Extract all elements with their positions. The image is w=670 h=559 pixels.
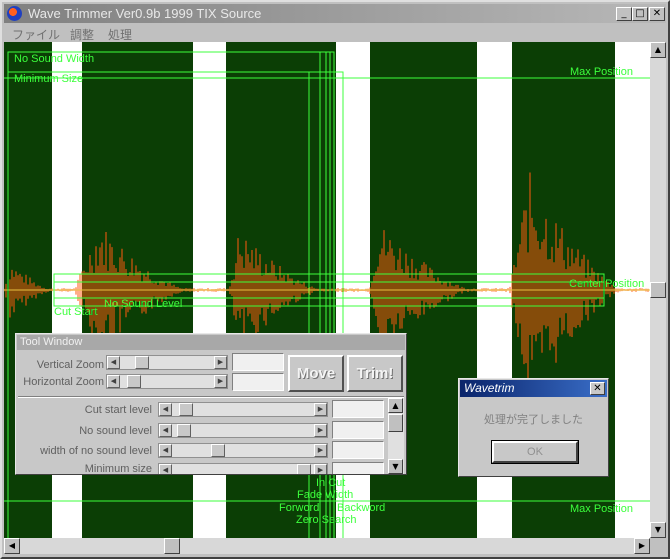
slider-thumb[interactable] xyxy=(211,444,225,457)
scroll-left-button[interactable]: ◀ xyxy=(4,538,20,554)
vertical-scroll-thumb[interactable] xyxy=(650,282,666,298)
menu-process[interactable]: 処理 xyxy=(108,26,132,43)
no-sound-level-value[interactable] xyxy=(332,421,384,439)
slider-right-arrow[interactable]: ▶ xyxy=(314,464,327,474)
vertical-zoom-slider[interactable]: ◀ ▶ xyxy=(106,355,228,370)
tool-scroll-up-button[interactable]: ▲ xyxy=(388,398,403,413)
menu-file[interactable]: ファイル xyxy=(12,26,60,43)
dialog-close-button[interactable]: ✕ xyxy=(590,382,605,395)
slider-right-arrow[interactable]: ▶ xyxy=(314,444,327,457)
minimum-size-row-clip: Minimum size ◀ ▶ xyxy=(18,462,386,474)
label-in-cut: In Cut xyxy=(316,477,346,489)
label-no-sound-width: No Sound Width xyxy=(14,53,95,65)
dialog-title-bar[interactable]: Wavetrim ✕ xyxy=(460,380,607,397)
slider-thumb[interactable] xyxy=(177,424,191,437)
no-sound-level-label: No sound level xyxy=(79,425,152,437)
slider-right-arrow[interactable]: ▶ xyxy=(214,375,227,388)
tool-window: Tool Window Vertical Zoom ◀ ▶ Horizontal… xyxy=(15,333,407,475)
minimum-size-value[interactable] xyxy=(332,462,384,474)
slider-left-arrow[interactable]: ◀ xyxy=(107,375,120,388)
slider-thumb[interactable] xyxy=(135,356,149,369)
label-minimum-size: Minimum Size xyxy=(14,73,84,85)
tool-scroll-thumb[interactable] xyxy=(388,414,403,432)
horizontal-scrollbar[interactable]: ◀ ▶ xyxy=(4,538,650,554)
horizontal-zoom-slider[interactable]: ◀ ▶ xyxy=(106,374,228,389)
trim-button[interactable]: Trim! xyxy=(347,355,403,392)
vertical-scrollbar[interactable]: ▲ ▼ xyxy=(650,42,666,538)
horizontal-zoom-label: Horizontal Zoom xyxy=(23,376,104,388)
width-no-sound-value[interactable] xyxy=(332,441,384,459)
label-no-sound-level: No Sound Level xyxy=(104,298,183,310)
slider-thumb[interactable] xyxy=(179,403,193,416)
minimize-button[interactable]: _ xyxy=(616,7,632,21)
window-title: Wave Trimmer Ver0.9b 1999 TIX Source xyxy=(28,6,262,21)
width-no-sound-label: width of no sound level xyxy=(40,445,152,457)
scroll-up-button[interactable]: ▲ xyxy=(650,42,666,58)
slider-left-arrow[interactable]: ◀ xyxy=(159,464,172,474)
horizontal-zoom-value[interactable] xyxy=(232,373,284,391)
cut-start-level-value[interactable] xyxy=(332,400,384,418)
scrollbar-corner xyxy=(650,538,666,554)
cut-start-level-label: Cut start level xyxy=(84,404,152,416)
label-fade-width: Fade Width xyxy=(297,489,354,501)
horizontal-scroll-thumb[interactable] xyxy=(164,538,180,554)
tool-separator xyxy=(18,396,404,398)
tool-scroll-down-button[interactable]: ▼ xyxy=(388,459,403,474)
slider-left-arrow[interactable]: ◀ xyxy=(159,403,172,416)
tool-window-title[interactable]: Tool Window xyxy=(17,335,405,350)
dialog-title: Wavetrim xyxy=(464,381,515,395)
slider-right-arrow[interactable]: ▶ xyxy=(314,403,327,416)
dialog-ok-button[interactable]: OK xyxy=(491,440,579,464)
vertical-zoom-value[interactable] xyxy=(232,353,284,371)
no-sound-level-slider[interactable]: ◀ ▶ xyxy=(158,423,328,438)
minimum-size-slider[interactable]: ◀ ▶ xyxy=(158,463,328,474)
label-cut-start: Cut Start xyxy=(54,306,98,318)
close-button[interactable]: ✕ xyxy=(649,7,665,21)
slider-right-arrow[interactable]: ▶ xyxy=(314,424,327,437)
slider-left-arrow[interactable]: ◀ xyxy=(159,444,172,457)
maximize-button[interactable]: □ xyxy=(632,7,648,21)
dialog-message: 処理が完了しました xyxy=(484,414,583,426)
title-bar[interactable]: Wave Trimmer Ver0.9b 1999 TIX Source _ □… xyxy=(4,4,666,23)
label-max-position-bottom: Max Position xyxy=(570,503,633,515)
slider-right-arrow[interactable]: ▶ xyxy=(214,356,227,369)
label-zero-search: Zero Search xyxy=(296,514,357,526)
tool-scrollbar[interactable]: ▲ ▼ xyxy=(388,398,404,474)
move-button[interactable]: Move xyxy=(288,355,344,392)
cut-start-level-slider[interactable]: ◀ ▶ xyxy=(158,402,328,417)
width-no-sound-slider[interactable]: ◀ ▶ xyxy=(158,443,328,458)
menu-bar: ファイル 調整 処理 xyxy=(4,23,666,43)
slider-thumb[interactable] xyxy=(127,375,141,388)
wavetrim-dialog: Wavetrim ✕ 処理が完了しました OK xyxy=(458,378,609,477)
label-backword: Backword xyxy=(337,502,386,514)
minimum-size-label: Minimum size xyxy=(84,463,152,474)
label-center-position: Center Position xyxy=(569,278,645,290)
slider-left-arrow[interactable]: ◀ xyxy=(159,424,172,437)
scroll-down-button[interactable]: ▼ xyxy=(650,522,666,538)
slider-left-arrow[interactable]: ◀ xyxy=(107,356,120,369)
label-max-position-top: Max Position xyxy=(570,66,633,78)
slider-thumb[interactable] xyxy=(297,464,311,474)
menu-adjust[interactable]: 調整 xyxy=(70,26,94,43)
app-icon[interactable] xyxy=(7,6,22,21)
scroll-right-button[interactable]: ▶ xyxy=(634,538,650,554)
vertical-zoom-label: Vertical Zoom xyxy=(36,359,104,371)
label-forword: Forword xyxy=(279,502,320,514)
